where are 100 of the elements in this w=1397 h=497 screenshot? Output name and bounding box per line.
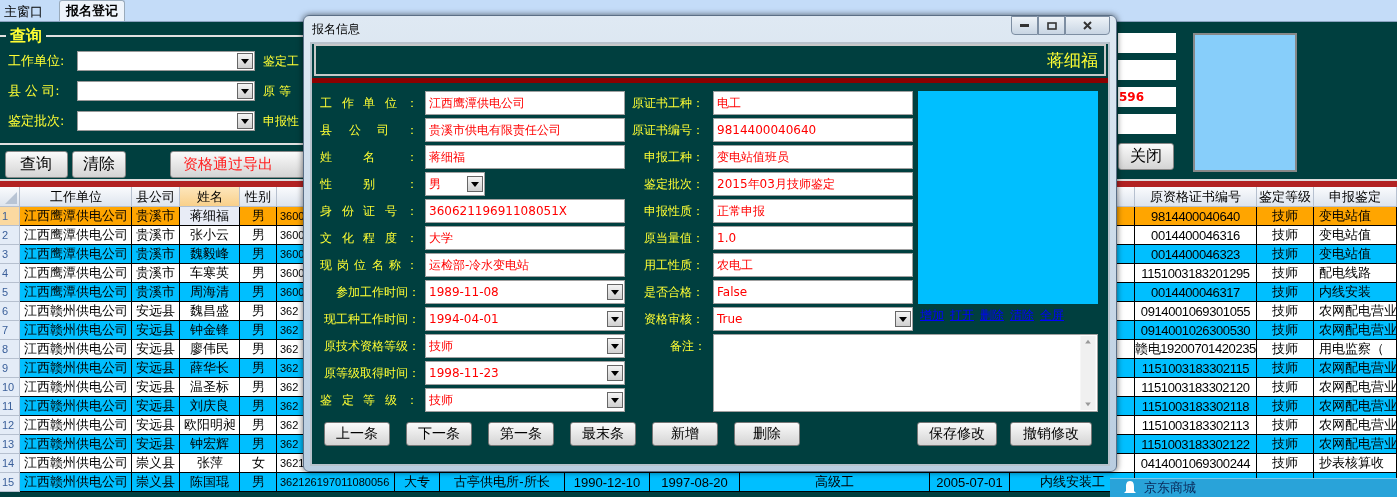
row-number[interactable]: 4 (0, 264, 20, 283)
dropdown-button[interactable] (607, 392, 623, 408)
dropdown-button[interactable] (467, 176, 483, 192)
dropdown-button[interactable] (237, 53, 253, 69)
row-number[interactable]: 1 (0, 207, 20, 226)
text-field[interactable]: 36062119691108051X (425, 199, 625, 223)
notification-bar[interactable]: 京东商城 (1110, 478, 1397, 497)
table-cell: 张萍 (180, 454, 240, 473)
column-header[interactable]: 鉴定等级 (1257, 187, 1314, 207)
table-cell: 9814400040640 (1135, 207, 1257, 226)
dropdown-button[interactable] (237, 83, 253, 99)
column-header[interactable]: 县公司 (132, 187, 180, 207)
dropdown-button[interactable] (237, 113, 253, 129)
column-header[interactable]: 申报鉴定 (1314, 187, 1397, 207)
action-button[interactable]: 撤销修改 (1010, 422, 1092, 446)
scrollbar[interactable] (1080, 336, 1096, 410)
action-button[interactable]: 上一条 (324, 422, 390, 446)
table-cell: 江西赣州供电公司 (20, 435, 132, 454)
table-cell: 周海清 (180, 283, 240, 302)
row-number[interactable]: 10 (0, 378, 20, 397)
table-cell: 362126197011080056 (277, 473, 395, 492)
text-field[interactable]: 运检部-冷水变电站 (425, 253, 625, 277)
text-field[interactable]: 大学 (425, 226, 625, 250)
dropdown-field[interactable]: 1998-11-23 (425, 361, 625, 385)
text-field[interactable] (1118, 60, 1176, 80)
text-field[interactable]: 变电站值班员 (713, 145, 913, 169)
column-header[interactable]: 工作单位 (20, 187, 132, 207)
text-field[interactable]: False (713, 280, 913, 304)
field-label: 鉴定批次： (643, 175, 705, 193)
field-label: 备注： (670, 337, 704, 355)
text-field[interactable] (1118, 33, 1176, 53)
row-number[interactable]: 2 (0, 226, 20, 245)
text-field[interactable]: 江西鹰潭供电公司 (425, 91, 625, 115)
text-field[interactable]: 蒋细福 (425, 145, 625, 169)
dropdown-button[interactable] (607, 311, 623, 327)
text-field[interactable]: 贵溪市供电有限责任公司 (425, 118, 625, 142)
action-button[interactable]: 第一条 (488, 422, 554, 446)
table-cell: 张小云 (180, 226, 240, 245)
row-number[interactable]: 5 (0, 283, 20, 302)
close-button[interactable] (1065, 16, 1110, 35)
dropdown-button[interactable] (607, 284, 623, 300)
row-number[interactable]: 9 (0, 359, 20, 378)
field-label: 性别： (319, 176, 419, 193)
dropdown-field[interactable] (77, 51, 255, 71)
text-field[interactable]: 电工 (713, 91, 913, 115)
dropdown-field[interactable]: 1994-04-01 (425, 307, 625, 331)
row-number[interactable]: 6 (0, 302, 20, 321)
dropdown-field[interactable]: 男 (425, 172, 485, 196)
action-button[interactable]: 最末条 (570, 422, 636, 446)
action-button[interactable]: 下一条 (406, 422, 472, 446)
table-cell: 技师 (1257, 359, 1314, 378)
action-button[interactable]: 查询 (5, 151, 68, 178)
row-number[interactable]: 14 (0, 454, 20, 473)
text-field[interactable]: 9814400040640 (713, 118, 913, 142)
row-number[interactable]: 12 (0, 416, 20, 435)
dropdown-button[interactable] (607, 338, 623, 354)
row-number[interactable]: 3 (0, 245, 20, 264)
remarks-field[interactable] (713, 334, 1098, 412)
minimize-icon (1020, 24, 1029, 27)
dropdown-field[interactable]: True (713, 307, 913, 331)
action-button[interactable]: 保存修改 (917, 422, 997, 446)
minimize-button[interactable] (1011, 16, 1038, 35)
dropdown-field[interactable] (77, 111, 255, 131)
column-header[interactable]: 原资格证书编号 (1135, 187, 1257, 207)
dropdown-field[interactable] (77, 81, 255, 101)
tab[interactable]: 主窗口 (0, 2, 47, 21)
maximize-button[interactable] (1038, 16, 1065, 35)
action-button[interactable]: 删除 (734, 422, 800, 446)
field-value: 596 (1118, 90, 1145, 104)
dropdown-button[interactable] (607, 365, 623, 381)
field-label: 是否合格： (643, 283, 705, 301)
text-field[interactable]: 596 (1118, 87, 1176, 107)
text-field[interactable]: 1.0 (713, 226, 913, 250)
row-number[interactable]: 7 (0, 321, 20, 340)
row-number[interactable]: 15 (0, 473, 20, 492)
table-cell: 农网配电营业 (1314, 302, 1397, 321)
dropdown-field[interactable]: 技师 (425, 334, 625, 358)
dropdown-button[interactable] (895, 311, 911, 327)
text-field[interactable]: 2015年03月技师鉴定 (713, 172, 913, 196)
action-button[interactable]: 清除 (71, 151, 126, 178)
row-number[interactable]: 8 (0, 340, 20, 359)
row-number[interactable]: 13 (0, 435, 20, 454)
table-cell: 安远县 (132, 435, 180, 454)
table-cell: 技师 (1257, 378, 1314, 397)
caret-icon (611, 289, 619, 295)
table-cell: 温圣标 (180, 378, 240, 397)
column-header[interactable]: 性别 (240, 187, 277, 207)
table-cell: 安远县 (132, 321, 180, 340)
text-field[interactable]: 正常申报 (713, 199, 913, 223)
person-name: 蒋细福 (1047, 48, 1098, 72)
dropdown-field[interactable]: 技师 (425, 388, 625, 412)
tab[interactable]: 报名登记 (59, 0, 125, 21)
dropdown-field[interactable]: 1989-11-08 (425, 280, 625, 304)
column-header[interactable]: 姓名 (180, 187, 240, 207)
text-field[interactable] (1118, 114, 1176, 134)
close-button[interactable]: 关闭 (1118, 143, 1174, 170)
text-field[interactable]: 农电工 (713, 253, 913, 277)
action-button[interactable]: 新增 (652, 422, 718, 446)
table-cell: 江西赣州供电公司 (20, 397, 132, 416)
row-number[interactable]: 11 (0, 397, 20, 416)
